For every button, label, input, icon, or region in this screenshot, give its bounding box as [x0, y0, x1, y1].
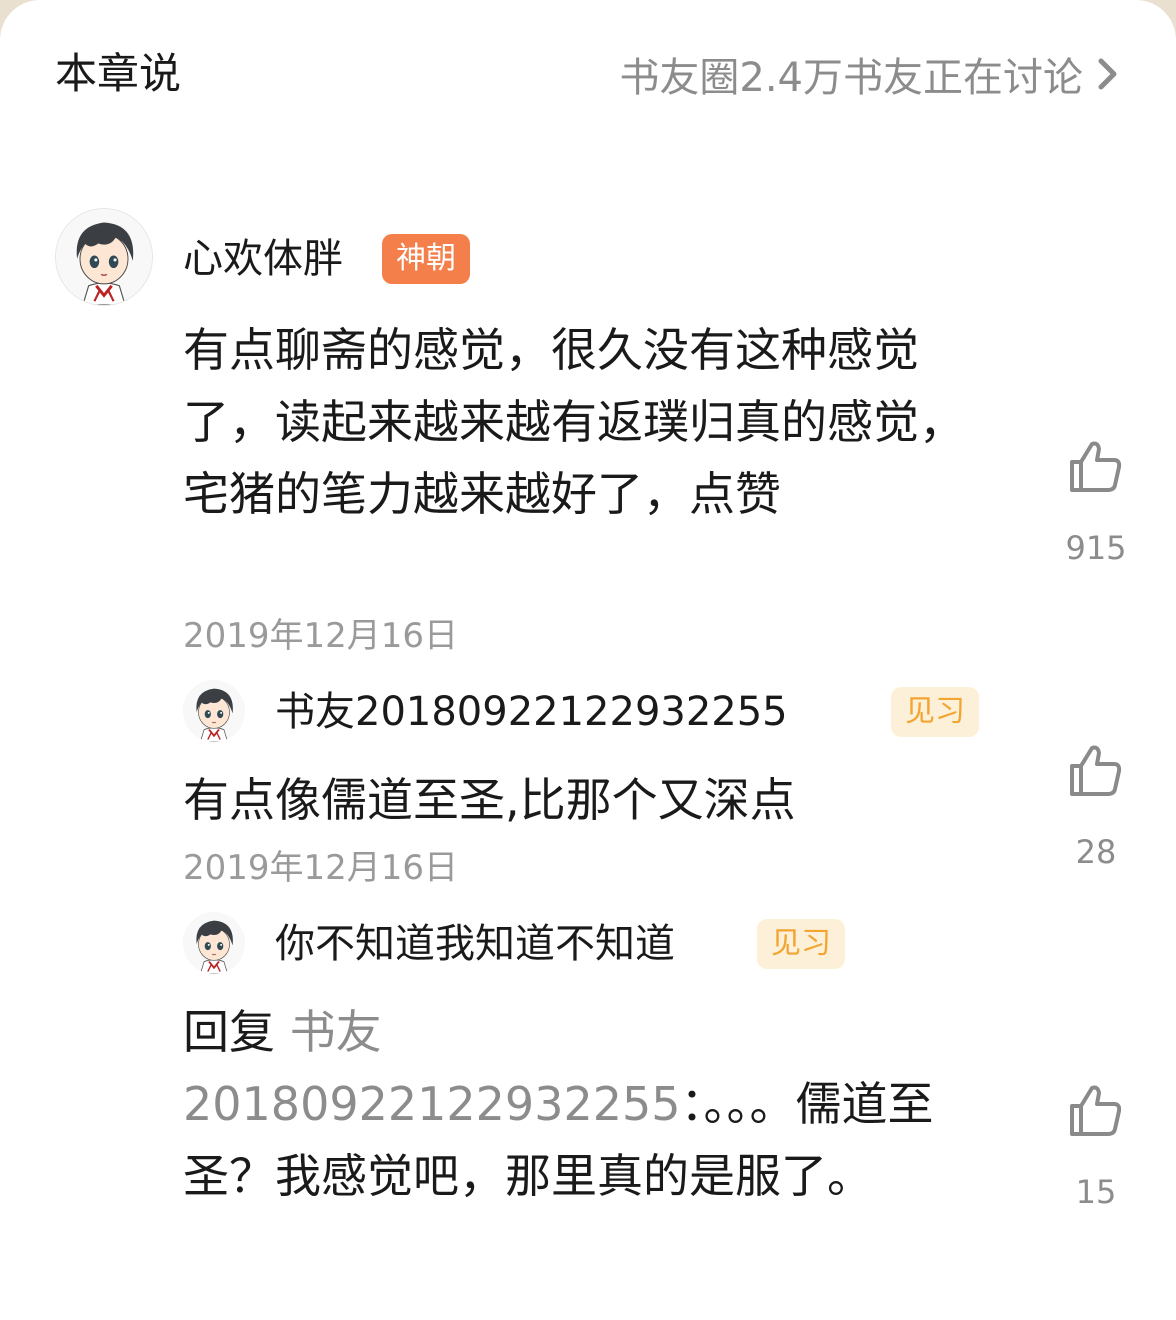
user-level-badge: 见习: [891, 687, 979, 737]
chevron-right-icon: [1097, 56, 1121, 92]
comment-text: 有点聊斋的感觉，很久没有这种感觉了，读起来越来越有返璞归真的感觉，宅猪的笔力越来…: [183, 323, 965, 521]
like-count: 28: [1075, 833, 1117, 871]
comment-username[interactable]: 心欢体胖: [183, 234, 343, 284]
comments-header: 本章说 书友圈2.4万书友正在讨论: [0, 0, 1176, 150]
like-count: 915: [1065, 529, 1127, 567]
user-level-badge: 见习: [757, 919, 845, 969]
like-button[interactable]: 915: [1060, 440, 1132, 568]
reply-prefix: 回复: [183, 1005, 275, 1059]
book-circle-link-label: 书友圈2.4万书友正在讨论: [619, 55, 1083, 101]
thumbs-up-icon: [1068, 744, 1124, 798]
like-button[interactable]: 15: [1060, 1084, 1132, 1212]
like-count: 15: [1075, 1173, 1117, 1211]
avatar[interactable]: [183, 912, 245, 974]
comment-sheet: 本章说 书友圈2.4万书友正在讨论 心欢体胖 神朝 有点聊斋的感觉，很久没有这种…: [0, 0, 1176, 1320]
user-level-badge: 神朝: [382, 234, 470, 284]
avatar[interactable]: [183, 680, 245, 742]
book-circle-link[interactable]: 书友圈2.4万书友正在讨论: [619, 44, 1121, 104]
like-button[interactable]: 28: [1060, 744, 1132, 872]
thumbs-up-icon: [1068, 440, 1124, 494]
comment-username[interactable]: 你不知道我知道不知道: [275, 919, 675, 969]
comment-text: 有点像儒道至圣,比那个又深点: [183, 773, 796, 827]
comment-text: 回复 书友20180922122932255：。。。儒道至圣？我感觉吧，那里真的…: [183, 996, 983, 1212]
section-title: 本章说: [55, 49, 182, 98]
avatar[interactable]: [55, 208, 153, 306]
comment-date: 2019年12月16日: [183, 848, 459, 888]
comment-date: 2019年12月16日: [183, 616, 459, 656]
comment-username[interactable]: 书友20180922122932255: [275, 687, 788, 737]
thumbs-up-icon: [1068, 1084, 1124, 1138]
